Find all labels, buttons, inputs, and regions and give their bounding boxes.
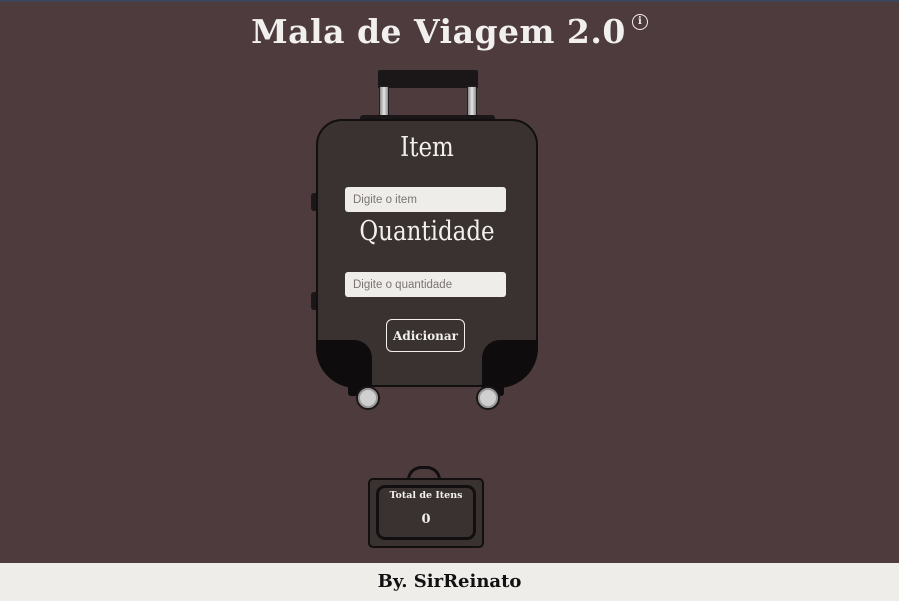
header: Mala de Viagem 2.0 i (0, 12, 899, 51)
total-items-value: 0 (421, 512, 431, 527)
suitcase-handle-grip (378, 70, 478, 88)
quantity-label: Quantidade (359, 216, 495, 247)
quantity-input[interactable] (345, 272, 506, 297)
footer: By. SirReinato (0, 563, 899, 601)
item-input[interactable] (345, 187, 506, 212)
top-border (0, 0, 899, 2)
add-button[interactable]: Adicionar (386, 319, 465, 352)
page-title: Mala de Viagem 2.0 (251, 12, 626, 51)
suitcase-corner-right (482, 340, 538, 388)
footer-credit: By. SirReinato (377, 571, 522, 592)
total-items-label: Total de Itens (389, 490, 463, 501)
suitcase-corner-left (316, 340, 372, 388)
wheel-right (476, 386, 500, 410)
item-label: Item (400, 132, 454, 163)
wheel-left (356, 386, 380, 410)
info-icon[interactable]: i (631, 14, 648, 30)
